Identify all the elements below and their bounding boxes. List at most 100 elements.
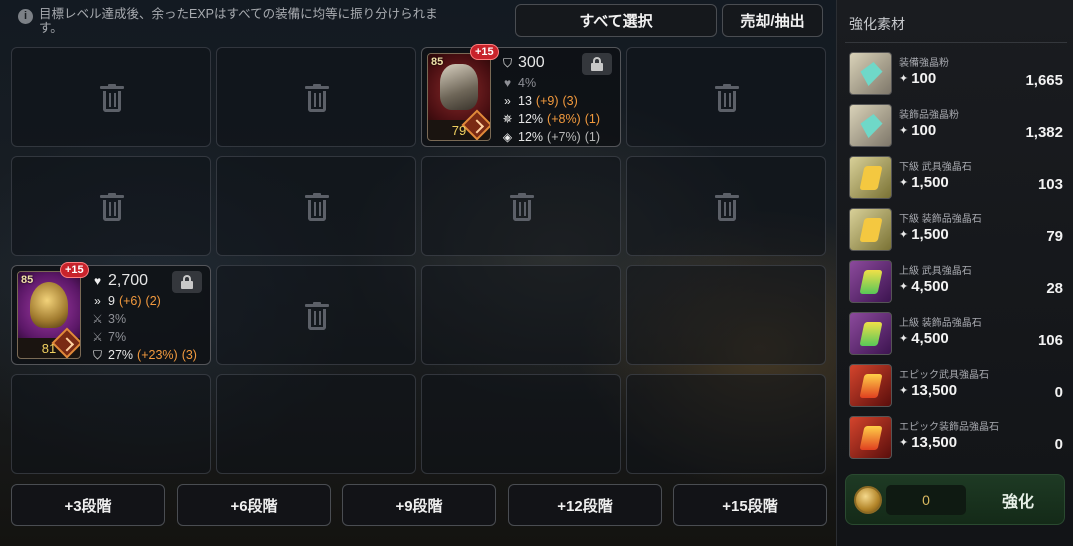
- stat-row: ◈ 12% (+7%) (1): [500, 128, 600, 146]
- trash-icon: [510, 193, 534, 221]
- stat-row: ⛉ 27% (+23%) (3): [90, 346, 197, 364]
- stage-button-3[interactable]: +3段階: [11, 484, 165, 526]
- stage-button-9[interactable]: +9段階: [342, 484, 496, 526]
- material-exp: ✦ 4,500: [899, 278, 949, 295]
- empty-slot[interactable]: [11, 374, 211, 474]
- material-item[interactable]: 下級 装飾品強晶石 ✦ 1,500 79: [849, 206, 1067, 254]
- item-level: 85: [21, 274, 34, 286]
- sword-icon: ⚔: [92, 330, 103, 344]
- material-item[interactable]: 上級 装飾品強晶石 ✦ 4,500 106: [849, 310, 1067, 358]
- material-gem-icon: [849, 208, 892, 251]
- material-count: 0: [1054, 436, 1063, 453]
- material-gem-icon: [849, 312, 892, 355]
- material-gem-icon: [849, 416, 892, 459]
- cost-display: 0: [886, 485, 966, 515]
- empty-slot[interactable]: [216, 47, 416, 147]
- material-gem-icon: [849, 156, 892, 199]
- stage-button-6[interactable]: +6段階: [177, 484, 331, 526]
- empty-slot[interactable]: [216, 374, 416, 474]
- block-icon: ◈: [502, 130, 513, 144]
- material-name: 下級 装飾品強晶石: [899, 214, 982, 225]
- item-stats: ♥ 2,700 » 9 (+6) (2) ⚔ 3% ⚔ 7% ⛉ 27% (+23%) (3): [90, 270, 197, 364]
- item-stats: ⛉ 300 ♥ 4% » 13 (+9) (3) ✵ 12% (+8%) (1) ◈ 12% (+7…: [500, 52, 600, 146]
- material-name: エピック武具強晶石: [899, 370, 989, 381]
- equipment-slot-helmet[interactable]: 85 81 +15 ♥ 2,700 » 9 (+6) (2) ⚔ 3% ⚔ 7% ⛉ 27%(…: [11, 262, 211, 365]
- item-level: 85: [431, 56, 444, 68]
- exp-icon: ✦: [899, 125, 909, 137]
- trash-icon: [305, 302, 329, 330]
- material-item[interactable]: 装飾品強晶粉 ✦ 100 1,382: [849, 102, 1067, 150]
- enhance-bar: 0 強化: [845, 474, 1065, 525]
- sell-extract-button[interactable]: 売却/抽出: [722, 4, 823, 37]
- stat-row: ⚔ 3%: [90, 310, 197, 328]
- shield-icon: ⛉: [502, 56, 512, 70]
- item-number: 81: [41, 341, 57, 356]
- trash-icon: [305, 84, 329, 112]
- material-count: 1,665: [1025, 72, 1063, 89]
- material-count: 0: [1054, 384, 1063, 401]
- material-exp: ✦ 100: [899, 70, 937, 87]
- material-name: エピック装飾品強晶石: [899, 422, 999, 433]
- equipment-slot-armor[interactable]: 85 79 +15 ⛉ 300 ♥ 4% » 13 (+9) (3) ✵ 12% (+8%)(…: [421, 44, 621, 147]
- material-name: 上級 装飾品強晶石: [899, 318, 982, 329]
- material-item[interactable]: 下級 武具強晶石 ✦ 1,500 103: [849, 154, 1067, 202]
- material-item[interactable]: エピック武具強晶石 ✦ 13,500 0: [849, 362, 1067, 410]
- stat-row: ⛉ 300: [500, 52, 600, 74]
- material-gem-icon: [849, 260, 892, 303]
- empty-slot[interactable]: [421, 265, 621, 365]
- empty-slot[interactable]: [626, 374, 826, 474]
- material-item[interactable]: エピック装飾品強晶石 ✦ 13,500 0: [849, 414, 1067, 462]
- stat-row: ♥ 4%: [500, 74, 600, 92]
- material-exp: ✦ 100: [899, 122, 937, 139]
- exp-icon: ✦: [899, 177, 909, 189]
- exp-icon: ✦: [899, 385, 909, 397]
- material-gem-icon: [849, 364, 892, 407]
- enhance-button[interactable]: 強化: [976, 485, 1060, 515]
- material-panel: 強化素材 装備強晶粉 ✦ 100 1,665 装飾品強晶粉 ✦ 100 1,382 下級 武具強…: [836, 0, 1073, 546]
- enhance-level-badge: +15: [470, 44, 499, 60]
- empty-slot[interactable]: [626, 47, 826, 147]
- empty-slot[interactable]: [421, 156, 621, 256]
- material-count: 106: [1037, 332, 1063, 349]
- stat-row: ♥ 2,700: [90, 270, 197, 292]
- material-gem-icon: [849, 52, 892, 95]
- sword-icon: ⚔: [92, 312, 103, 326]
- empty-slot[interactable]: [11, 156, 211, 256]
- armor-item-icon: 85 79: [427, 53, 491, 141]
- empty-slot[interactable]: [11, 47, 211, 147]
- material-item[interactable]: 装備強晶粉 ✦ 100 1,665: [849, 50, 1067, 98]
- empty-slot[interactable]: [216, 265, 416, 365]
- exp-icon: ✦: [899, 73, 909, 85]
- trash-icon: [715, 193, 739, 221]
- trash-icon: [100, 193, 124, 221]
- exp-icon: ✦: [899, 229, 909, 241]
- material-count: 1,382: [1025, 124, 1063, 141]
- trash-icon: [100, 84, 124, 112]
- shield-icon: ⛉: [92, 348, 102, 362]
- empty-slot[interactable]: [626, 265, 826, 365]
- select-all-button[interactable]: すべて選択: [515, 4, 717, 37]
- trash-icon: [305, 193, 329, 221]
- material-item[interactable]: 上級 武具強晶石 ✦ 4,500 28: [849, 258, 1067, 306]
- exp-icon: ✦: [899, 281, 909, 293]
- material-name: 上級 武具強晶石: [899, 266, 972, 277]
- item-number: 79: [451, 123, 467, 138]
- info-icon: i: [18, 9, 33, 24]
- crit-icon: ✵: [502, 112, 513, 126]
- stage-button-12[interactable]: +12段階: [508, 484, 662, 526]
- stat-row: » 13 (+9) (3): [500, 92, 600, 110]
- material-name: 下級 武具強晶石: [899, 162, 972, 173]
- stat-row: ⚔ 7%: [90, 328, 197, 346]
- helmet-icon: [30, 282, 68, 328]
- empty-slot[interactable]: [626, 156, 826, 256]
- material-exp: ✦ 13,500: [899, 382, 958, 399]
- empty-slot[interactable]: [421, 374, 621, 474]
- stage-button-15[interactable]: +15段階: [673, 484, 827, 526]
- chevron-icon: »: [94, 294, 101, 308]
- exp-icon: ✦: [899, 333, 909, 345]
- heart-icon: ♥: [93, 274, 102, 288]
- empty-slot[interactable]: [216, 156, 416, 256]
- chevron-icon: »: [504, 94, 511, 108]
- material-exp: ✦ 13,500: [899, 434, 958, 451]
- material-exp: ✦ 4,500: [899, 330, 949, 347]
